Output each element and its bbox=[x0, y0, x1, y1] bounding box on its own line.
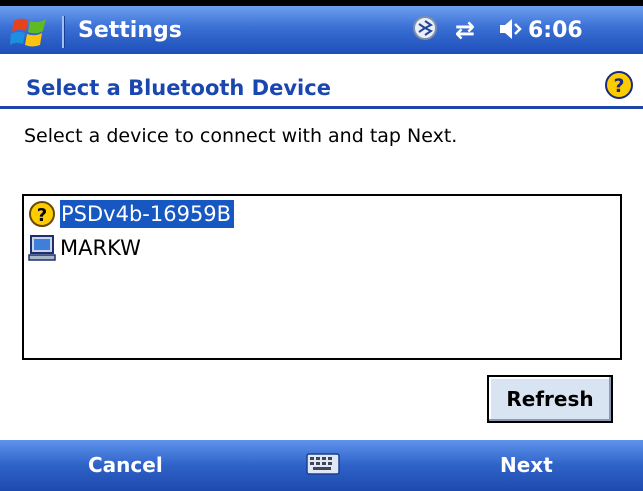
device-list-item[interactable]: MARKW bbox=[28, 234, 141, 262]
menu-bar: Cancel Next bbox=[0, 440, 643, 491]
computer-icon bbox=[28, 235, 56, 261]
title-bar: Settings ⇄ 6:06 bbox=[0, 0, 643, 54]
page-header: Select a Bluetooth Device ? bbox=[0, 70, 643, 108]
page-title: Select a Bluetooth Device bbox=[26, 76, 331, 100]
cancel-softkey[interactable]: Cancel bbox=[88, 453, 163, 477]
connectivity-icon[interactable]: ⇄ bbox=[455, 16, 475, 44]
help-icon[interactable]: ? bbox=[605, 71, 633, 99]
device-name: PSDv4b-16959B bbox=[60, 200, 235, 228]
unknown-device-icon: ? bbox=[29, 201, 55, 227]
keyboard-icon[interactable] bbox=[306, 453, 340, 475]
header-divider bbox=[0, 106, 643, 109]
start-windows-flag-icon[interactable] bbox=[10, 15, 52, 49]
svg-text:?: ? bbox=[613, 75, 624, 97]
device-name: MARKW bbox=[60, 236, 141, 260]
device-list[interactable]: ? PSDv4b-16959B MARKW bbox=[22, 194, 622, 360]
title-separator bbox=[62, 16, 65, 48]
instruction-text: Select a device to connect with and tap … bbox=[24, 125, 458, 147]
sync-icon[interactable] bbox=[412, 15, 438, 41]
refresh-button[interactable]: Refresh bbox=[487, 375, 613, 423]
next-softkey[interactable]: Next bbox=[500, 453, 553, 477]
svg-text:?: ? bbox=[37, 205, 47, 226]
volume-icon[interactable] bbox=[498, 16, 526, 42]
clock[interactable]: 6:06 bbox=[528, 18, 583, 43]
app-title[interactable]: Settings bbox=[78, 18, 182, 43]
device-list-item[interactable]: ? PSDv4b-16959B bbox=[28, 200, 235, 228]
